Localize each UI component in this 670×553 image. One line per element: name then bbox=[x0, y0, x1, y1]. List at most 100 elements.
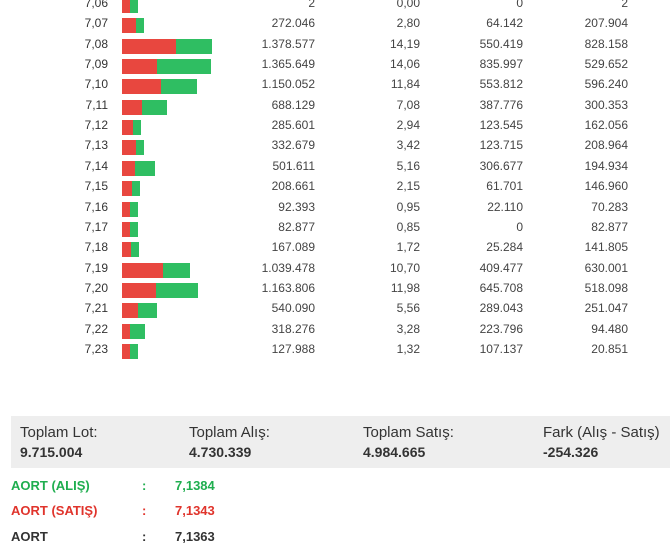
lot-cell: 82.877 bbox=[278, 219, 315, 234]
buy-volume-bar bbox=[156, 59, 212, 75]
aort-value: 7,1363 bbox=[175, 529, 215, 544]
percent-cell: 2,80 bbox=[396, 16, 420, 31]
buy-volume-bar bbox=[138, 303, 158, 319]
lot-cell: 167.089 bbox=[271, 240, 315, 255]
sell-cell: 141.805 bbox=[584, 240, 628, 255]
buy-cell: 553.812 bbox=[479, 77, 523, 92]
total-buy: Toplam Alış: 4.730.339 bbox=[189, 424, 270, 460]
buy-cell: 387.776 bbox=[479, 97, 523, 112]
buy-cell: 223.796 bbox=[479, 321, 523, 336]
sell-cell: 20.851 bbox=[591, 341, 628, 356]
price-cell: 7,15 bbox=[84, 179, 108, 194]
total-lot-value: 9.715.004 bbox=[20, 444, 83, 460]
table-row: 7,21 540.090 5,56 289.043 251.047 bbox=[0, 299, 670, 319]
price-cell: 7,13 bbox=[84, 138, 108, 153]
lot-cell: 1.150.052 bbox=[261, 77, 315, 92]
buy-cell: 0 bbox=[516, 0, 523, 10]
sell-volume-bar bbox=[122, 323, 130, 339]
percent-cell: 0,95 bbox=[396, 199, 420, 214]
table-row: 7,09 1.365.649 14,06 835.997 529.652 bbox=[0, 55, 670, 75]
aort-buy-value: 7,1384 bbox=[175, 478, 215, 493]
lot-cell: 540.090 bbox=[271, 301, 315, 316]
buy-volume-bar bbox=[130, 323, 145, 339]
table-row: 7,22 318.276 3,28 223.796 94.480 bbox=[0, 320, 670, 340]
percent-cell: 0,85 bbox=[396, 219, 420, 234]
buy-volume-bar bbox=[130, 221, 138, 237]
table-row: 7,07 272.046 2,80 64.142 207.904 bbox=[0, 14, 670, 34]
price-cell: 7,19 bbox=[84, 260, 108, 275]
price-cell: 7,06 bbox=[84, 0, 108, 10]
total-lot: Toplam Lot: 9.715.004 bbox=[20, 424, 98, 460]
buy-cell: 835.997 bbox=[479, 57, 523, 72]
buy-volume-bar bbox=[134, 160, 155, 176]
sell-cell: 146.960 bbox=[584, 179, 628, 194]
total-sell: Toplam Satış: 4.984.665 bbox=[363, 424, 454, 460]
buy-volume-bar bbox=[130, 0, 138, 13]
difference: Fark (Alış - Satış) -254.326 bbox=[543, 424, 660, 460]
total-buy-value: 4.730.339 bbox=[189, 444, 252, 460]
table-row: 7,23 127.988 1,32 107.137 20.851 bbox=[0, 340, 670, 360]
sell-cell: 162.056 bbox=[584, 118, 628, 133]
buy-volume-bar bbox=[160, 79, 198, 95]
table-row: 7,17 82.877 0,85 0 82.877 bbox=[0, 218, 670, 238]
percent-cell: 3,42 bbox=[396, 138, 420, 153]
buy-cell: 25.284 bbox=[486, 240, 523, 255]
total-sell-label: Toplam Satış: bbox=[363, 424, 454, 441]
price-cell: 7,12 bbox=[84, 118, 108, 133]
percent-cell: 5,56 bbox=[396, 301, 420, 316]
price-cell: 7,10 bbox=[84, 77, 108, 92]
sell-volume-bar bbox=[122, 303, 139, 319]
sell-cell: 596.240 bbox=[584, 77, 628, 92]
sell-volume-bar bbox=[122, 242, 132, 258]
buy-cell: 289.043 bbox=[479, 301, 523, 316]
lot-cell: 1.039.478 bbox=[261, 260, 315, 275]
lot-cell: 1.163.806 bbox=[261, 280, 315, 295]
table-row: 7,08 1.378.577 14,19 550.419 828.158 bbox=[0, 35, 670, 55]
buy-volume-bar bbox=[130, 201, 138, 217]
sell-volume-bar bbox=[122, 181, 132, 197]
buy-volume-bar bbox=[131, 181, 140, 197]
lot-cell: 1.378.577 bbox=[261, 36, 315, 51]
sell-cell: 251.047 bbox=[584, 301, 628, 316]
percent-cell: 1,32 bbox=[396, 341, 420, 356]
sell-cell: 208.964 bbox=[584, 138, 628, 153]
buy-cell: 550.419 bbox=[479, 36, 523, 51]
aort-buy-colon: : bbox=[142, 478, 147, 493]
aort-sell-colon: : bbox=[142, 503, 147, 518]
sell-volume-bar bbox=[122, 59, 157, 75]
price-cell: 7,16 bbox=[84, 199, 108, 214]
sell-cell: 518.098 bbox=[584, 280, 628, 295]
lot-cell: 92.393 bbox=[278, 199, 315, 214]
buy-cell: 64.142 bbox=[486, 16, 523, 31]
table-row: 7,10 1.150.052 11,84 553.812 596.240 bbox=[0, 75, 670, 95]
table-row: 7,14 501.611 5,16 306.677 194.934 bbox=[0, 157, 670, 177]
percent-cell: 0,00 bbox=[396, 0, 420, 10]
buy-cell: 409.477 bbox=[479, 260, 523, 275]
table-row: 7,19 1.039.478 10,70 409.477 630.001 bbox=[0, 259, 670, 279]
price-cell: 7,18 bbox=[84, 240, 108, 255]
sell-volume-bar bbox=[122, 0, 130, 13]
table-row: 7,16 92.393 0,95 22.110 70.283 bbox=[0, 198, 670, 218]
aort-buy-label: AORT (ALIŞ) bbox=[11, 478, 90, 493]
price-cell: 7,09 bbox=[84, 57, 108, 72]
buy-cell: 107.137 bbox=[479, 341, 523, 356]
sell-volume-bar bbox=[122, 343, 130, 359]
table-row: 7,15 208.661 2,15 61.701 146.960 bbox=[0, 177, 670, 197]
total-buy-label: Toplam Alış: bbox=[189, 424, 270, 441]
buy-volume-bar bbox=[130, 343, 138, 359]
buy-cell: 306.677 bbox=[479, 158, 523, 173]
buy-volume-bar bbox=[163, 262, 190, 278]
sell-cell: 194.934 bbox=[584, 158, 628, 173]
table-row: 7,13 332.679 3,42 123.715 208.964 bbox=[0, 136, 670, 156]
buy-cell: 123.715 bbox=[479, 138, 523, 153]
buy-volume-bar bbox=[132, 120, 141, 136]
table-row: 7,12 285.601 2,94 123.545 162.056 bbox=[0, 116, 670, 136]
lot-cell: 318.276 bbox=[271, 321, 315, 336]
sell-volume-bar bbox=[122, 262, 164, 278]
buy-cell: 123.545 bbox=[479, 118, 523, 133]
lot-cell: 208.661 bbox=[271, 179, 315, 194]
sell-volume-bar bbox=[122, 99, 142, 115]
price-cell: 7,11 bbox=[85, 97, 108, 112]
buy-cell: 61.701 bbox=[486, 179, 523, 194]
buy-cell: 0 bbox=[516, 219, 523, 234]
